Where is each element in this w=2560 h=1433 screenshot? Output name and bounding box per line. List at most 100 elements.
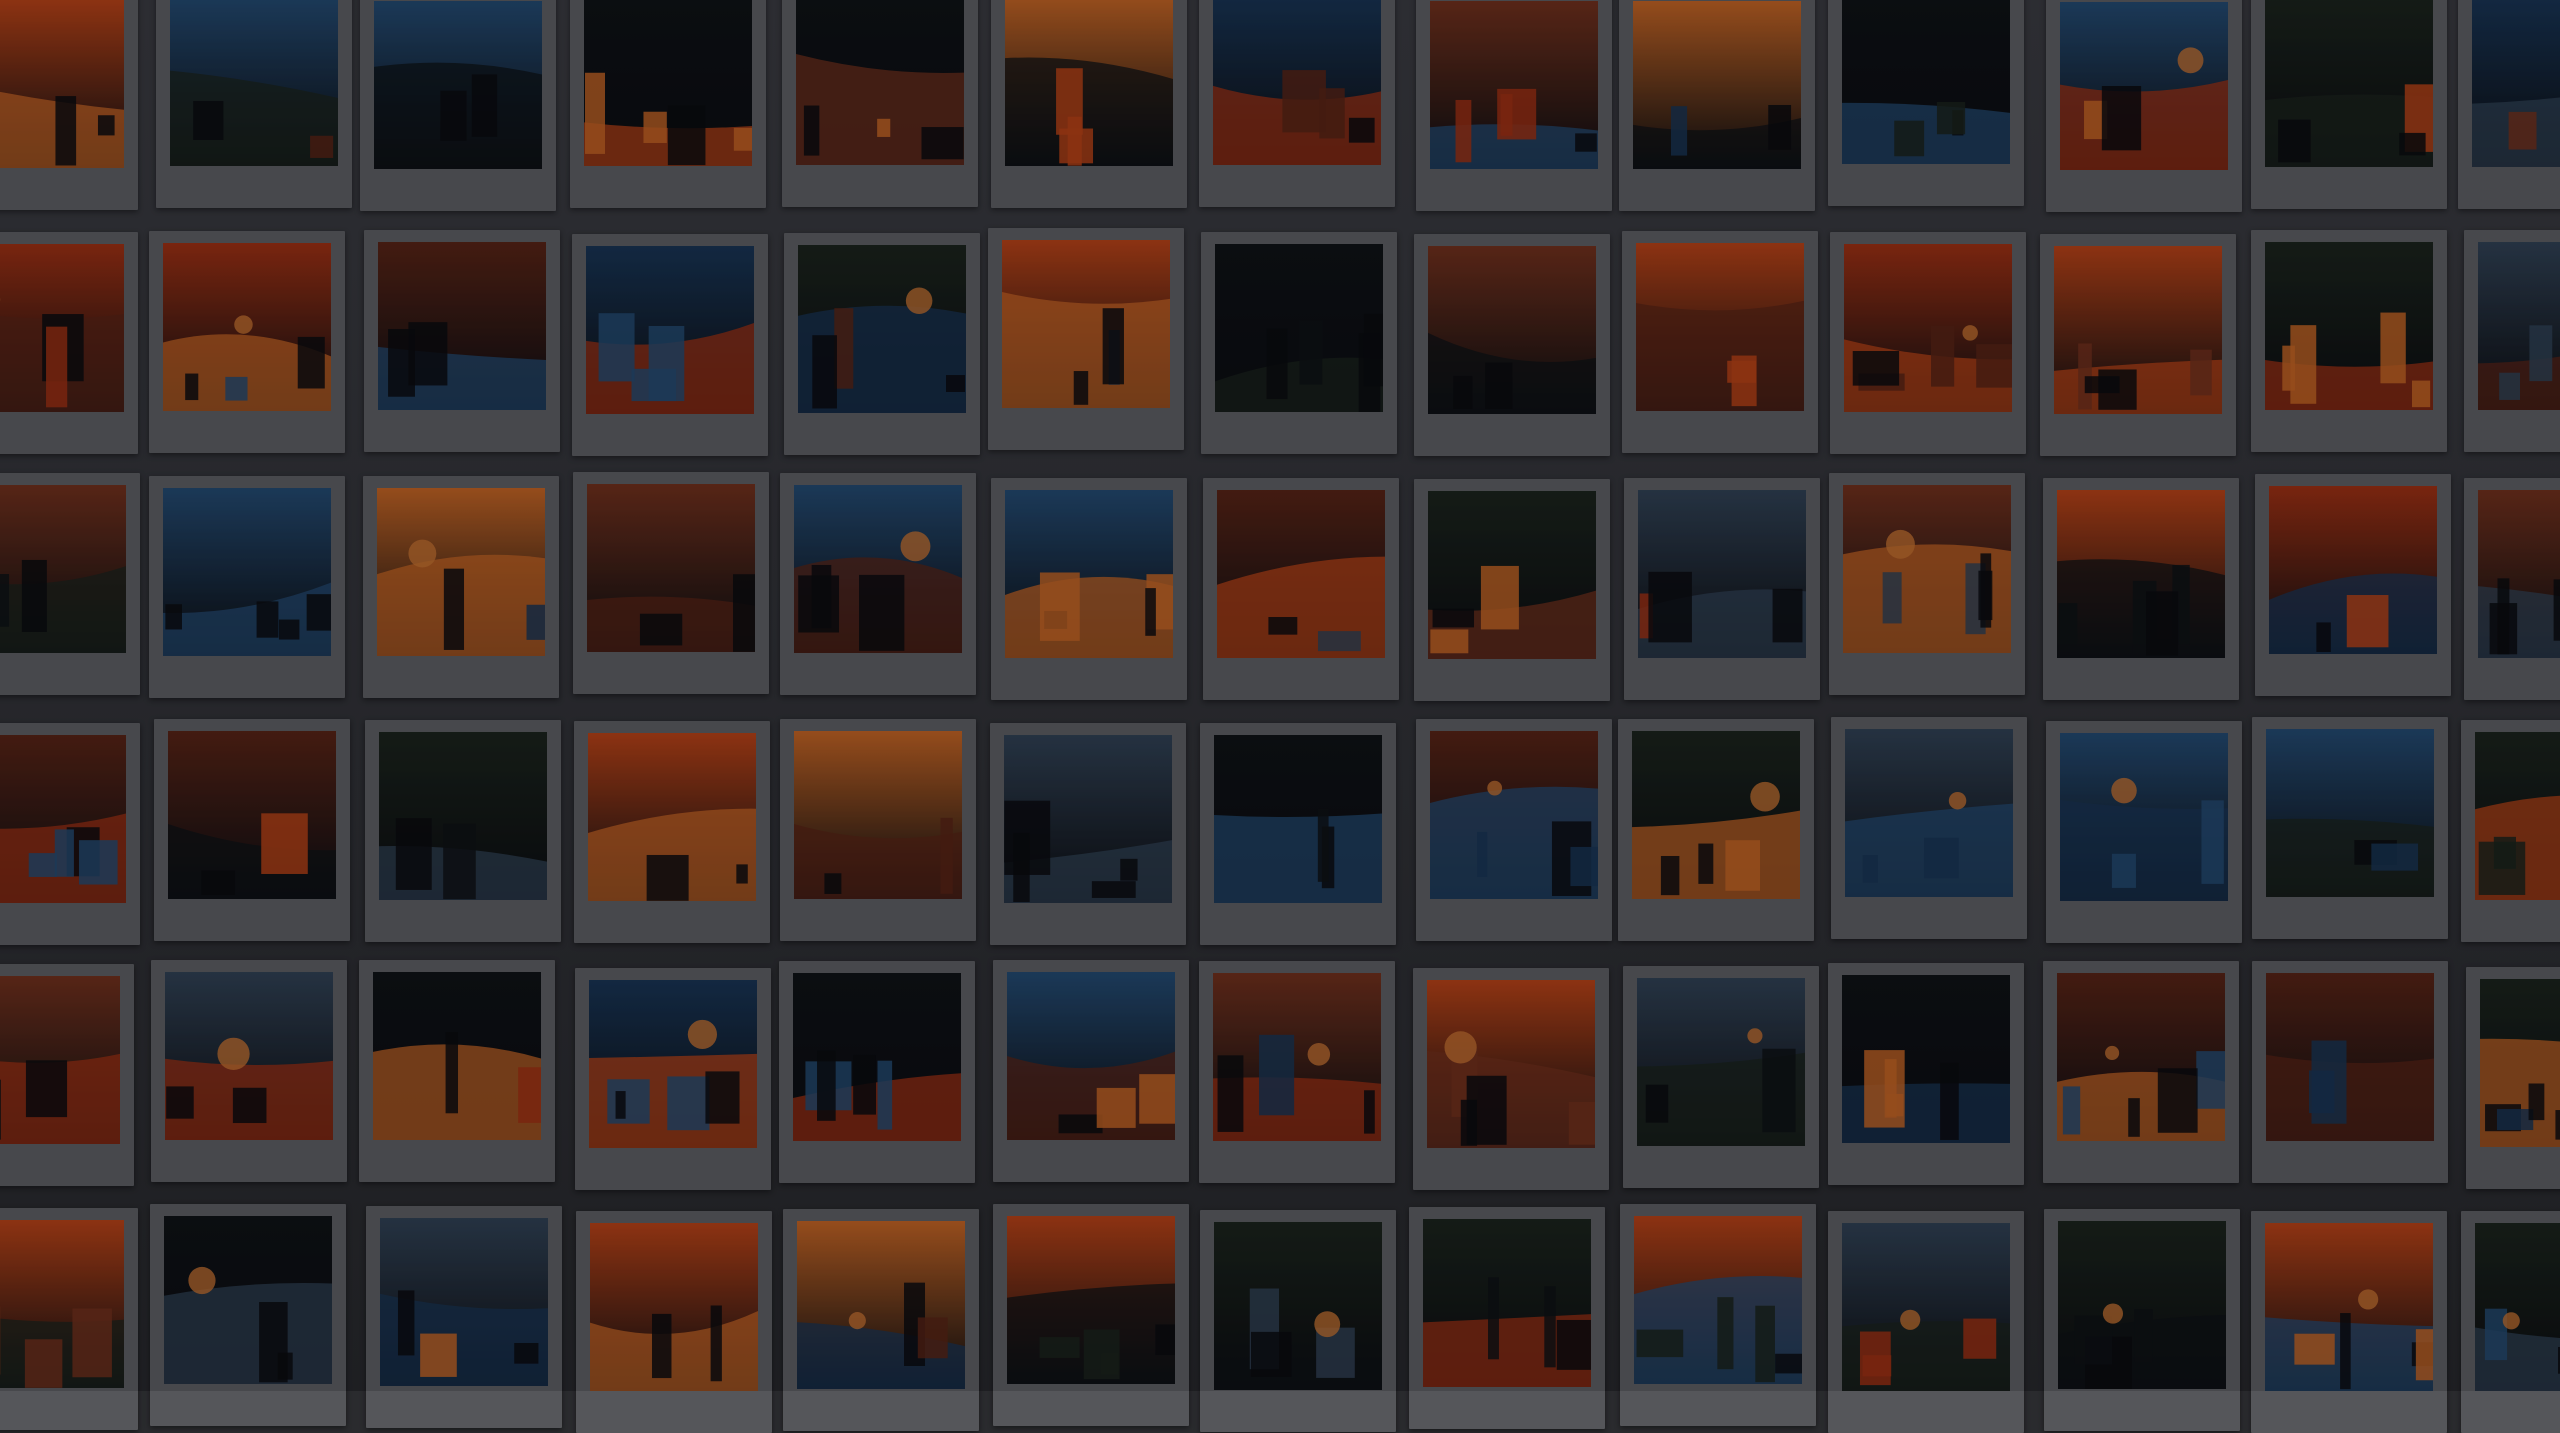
photo-image bbox=[794, 485, 962, 653]
polaroid-photo bbox=[1199, 0, 1395, 207]
polaroid-photo bbox=[1199, 961, 1395, 1183]
photo-scene bbox=[1842, 1223, 2010, 1391]
photo-scene bbox=[2058, 1221, 2226, 1389]
photo-scene bbox=[1217, 490, 1385, 658]
polaroid-photo bbox=[1416, 0, 1612, 211]
photo-scene bbox=[373, 972, 541, 1140]
photo-scene bbox=[2060, 733, 2228, 901]
photo-scene bbox=[1845, 729, 2013, 897]
polaroid-photo bbox=[1201, 232, 1397, 454]
photo-image bbox=[1428, 246, 1596, 414]
photo-image bbox=[2478, 490, 2560, 658]
photo-scene bbox=[794, 485, 962, 653]
photo-image bbox=[793, 973, 961, 1141]
polaroid-photo bbox=[988, 228, 1184, 450]
polaroid-photo bbox=[575, 968, 771, 1190]
photo-image bbox=[1842, 1223, 2010, 1391]
photo-scene bbox=[170, 0, 338, 166]
polaroid-photo bbox=[2046, 721, 2242, 943]
polaroid-photo bbox=[2464, 478, 2560, 700]
photo-image bbox=[163, 488, 331, 656]
photo-image bbox=[1004, 735, 1172, 903]
photo-image bbox=[0, 1220, 124, 1388]
polaroid-photo bbox=[570, 0, 766, 208]
photo-scene bbox=[1007, 972, 1175, 1140]
photo-image bbox=[165, 972, 333, 1140]
photo-scene bbox=[1002, 240, 1170, 408]
photo-scene bbox=[798, 245, 966, 413]
photo-scene bbox=[1430, 1, 1598, 169]
photo-scene bbox=[1213, 0, 1381, 165]
photo-image bbox=[586, 246, 754, 414]
photo-image bbox=[2480, 979, 2560, 1147]
photo-scene bbox=[378, 242, 546, 410]
photo-scene bbox=[1637, 978, 1805, 1146]
photo-scene bbox=[380, 1218, 548, 1386]
photo-image bbox=[1213, 973, 1381, 1141]
polaroid-photo bbox=[1830, 232, 2026, 454]
polaroid-photo bbox=[2251, 0, 2447, 209]
photo-image bbox=[794, 731, 962, 899]
photo-scene bbox=[2265, 1223, 2433, 1391]
polaroid-photo bbox=[784, 233, 980, 455]
photo-scene bbox=[2266, 729, 2434, 897]
polaroid-photo bbox=[1829, 473, 2025, 695]
photo-wall bbox=[0, 0, 2560, 1391]
photo-image bbox=[1843, 485, 2011, 653]
photo-image bbox=[2478, 242, 2560, 410]
polaroid-photo bbox=[2044, 1209, 2240, 1431]
polaroid-photo bbox=[360, 0, 556, 211]
polaroid-photo bbox=[1200, 1210, 1396, 1432]
photo-image bbox=[1005, 490, 1173, 658]
polaroid-photo bbox=[2043, 961, 2239, 1183]
photo-image bbox=[587, 484, 755, 652]
photo-image bbox=[1634, 1216, 1802, 1384]
photo-scene bbox=[1428, 491, 1596, 659]
polaroid-photo bbox=[0, 473, 140, 695]
photo-scene bbox=[1423, 1219, 1591, 1387]
polaroid-photo bbox=[359, 960, 555, 1182]
photo-scene bbox=[588, 733, 756, 901]
polaroid-photo bbox=[2252, 961, 2448, 1183]
photo-image bbox=[2265, 0, 2433, 167]
photo-image bbox=[1007, 972, 1175, 1140]
photo-image bbox=[1214, 735, 1382, 903]
photo-scene bbox=[163, 243, 331, 411]
photo-scene bbox=[1843, 485, 2011, 653]
photo-image bbox=[2265, 1223, 2433, 1391]
photo-image bbox=[588, 733, 756, 901]
photo-image bbox=[589, 980, 757, 1148]
polaroid-photo bbox=[1413, 968, 1609, 1190]
polaroid-photo bbox=[2251, 230, 2447, 452]
photo-image bbox=[1430, 731, 1598, 899]
photo-image bbox=[378, 242, 546, 410]
photo-image bbox=[797, 1221, 965, 1389]
polaroid-photo bbox=[154, 719, 350, 941]
photo-image bbox=[2475, 1223, 2560, 1391]
photo-scene bbox=[2472, 0, 2560, 167]
polaroid-photo bbox=[1828, 1211, 2024, 1433]
photo-scene bbox=[1214, 735, 1382, 903]
polaroid-photo bbox=[366, 1206, 562, 1428]
photo-scene bbox=[584, 0, 752, 166]
photo-scene bbox=[1430, 731, 1598, 899]
photo-image bbox=[1427, 980, 1595, 1148]
polaroid-photo bbox=[2251, 1211, 2447, 1433]
photo-image bbox=[0, 244, 124, 412]
polaroid-photo bbox=[2461, 1211, 2560, 1433]
photo-scene bbox=[1842, 975, 2010, 1143]
photo-image bbox=[2266, 729, 2434, 897]
polaroid-photo bbox=[993, 1204, 1189, 1426]
polaroid-photo bbox=[991, 0, 1187, 208]
photo-scene bbox=[377, 488, 545, 656]
photo-image bbox=[2054, 246, 2222, 414]
polaroid-photo bbox=[780, 719, 976, 941]
polaroid-photo bbox=[363, 476, 559, 698]
photo-image bbox=[373, 972, 541, 1140]
photo-image bbox=[796, 0, 964, 165]
polaroid-photo bbox=[1414, 234, 1610, 456]
polaroid-photo bbox=[0, 0, 138, 210]
photo-image bbox=[1423, 1219, 1591, 1387]
photo-scene bbox=[1004, 735, 1172, 903]
polaroid-photo bbox=[576, 1211, 772, 1433]
